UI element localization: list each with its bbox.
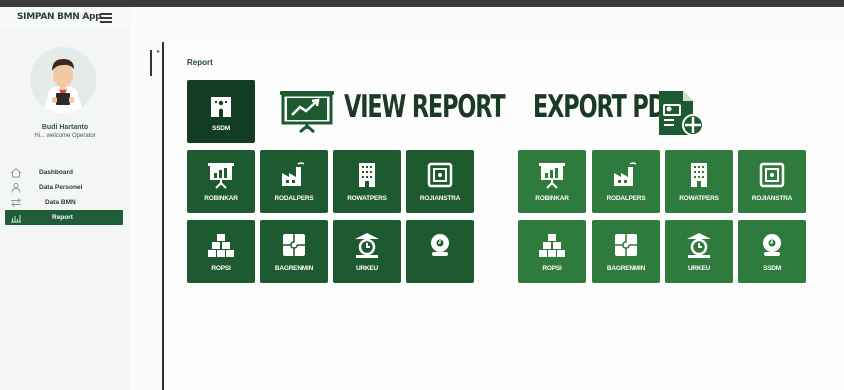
alarm-bell-icon [763,234,781,256]
tile-view-robinkar[interactable]: ROBINKAR [187,150,255,213]
panel-toggle-handle[interactable] [150,50,152,76]
tile-label: SSDM [763,265,781,272]
tile-label: ROWATPERS [347,195,387,202]
panel-divider [162,42,164,390]
main-panel [166,42,844,390]
safe-icon [759,162,785,188]
view-report-title: VIEW REPORT [344,89,506,125]
sidebar: SIMPAN BMN App Budi Hartanto Hi... welco… [0,7,130,390]
tile-label: ROWATPERS [679,195,719,202]
profile-greeting: Hi... welcome Operator [34,133,96,139]
tile-view-rodalpers[interactable]: RODALPERS [260,150,328,213]
tile-export-rodalpers[interactable]: RODALPERS [592,150,660,213]
sidebar-nav: Dashboard Data Personel Data BMN Report [5,165,123,225]
tile-label: ROPSI [542,265,562,272]
home-icon [10,167,22,178]
finance-icon [355,233,379,258]
tile-export-robinkar[interactable]: ROBINKAR [518,150,586,213]
tile-label: ROJIANSTRA [751,195,793,202]
safe-icon [427,162,453,188]
sidebar-item-label: Data BMN [45,199,76,206]
boxes-icon [208,234,234,257]
tile-label: SSDM [212,125,230,132]
building-icon [691,163,707,187]
ssdm-icon [211,97,231,117]
tile-label: ROBINKAR [535,195,569,202]
tile-view-urkeu[interactable]: URKEU [333,220,401,283]
puzzle-icon [283,234,305,256]
tile-label: URKEU [355,265,379,272]
sidebar-item-label: Report [52,214,73,221]
boxes-icon [539,234,565,257]
export-pdf-document-icon [659,91,704,136]
tile-view-bagrenmin[interactable]: BAGRENMIN [260,220,328,283]
tile-view-rojianstra[interactable]: ROJIANSTRA [406,150,474,213]
tile-view-ssdm[interactable]: SSDM [187,80,255,143]
transfer-icon [11,198,21,207]
chart-icon [11,215,21,223]
sidebar-item-data-bmn[interactable]: Data BMN [5,195,123,210]
tile-label: RODALPERS [274,195,314,202]
tile-export-urkeu[interactable]: URKEU [665,220,733,283]
presentation-chart-icon [208,163,234,189]
header-bar [130,7,844,29]
view-report-chart-icon [280,91,334,134]
tile-export-ssdm[interactable]: SSDM [738,220,806,283]
tile-export-bagrenmin[interactable]: BAGRENMIN [592,220,660,283]
sidebar-item-data-personel[interactable]: Data Personel [5,180,123,195]
user-icon [11,182,21,193]
tile-view-rowatpers[interactable]: ROWATPERS [333,150,401,213]
tile-label: ROPSI [211,265,231,272]
app-title: SIMPAN BMN App [17,12,102,22]
presentation-chart-icon [539,163,565,189]
building-icon [359,163,375,187]
tile-export-rowatpers[interactable]: ROWATPERS [665,150,733,213]
finance-icon [687,233,711,258]
factory-icon [614,162,637,186]
puzzle-icon [615,234,637,256]
window-top-bar [0,0,844,7]
alarm-bell-icon [431,234,449,256]
menu-toggle-icon[interactable] [100,13,112,23]
tile-label: RODALPERS [606,195,646,202]
tile-label: ROJIANSTRA [419,195,461,202]
caret-right-icon[interactable]: ▸ [157,48,160,55]
page-title: Report [187,58,213,67]
sidebar-item-label: Dashboard [39,169,73,176]
tile-view-ropsi[interactable]: ROPSI [187,220,255,283]
profile-name: Budi Hartanto [41,124,89,131]
avatar [30,47,96,113]
tile-label: ROBINKAR [204,195,238,202]
sidebar-item-label: Data Personel [39,184,83,191]
tile-export-ropsi[interactable]: ROPSI [518,220,586,283]
sidebar-item-dashboard[interactable]: Dashboard [5,165,123,180]
tile-label: BAGRENMIN [274,265,314,272]
brand-bar: SIMPAN BMN App [0,7,130,29]
tile-view-extra[interactable] [406,220,474,283]
factory-icon [282,162,305,186]
tile-export-rojianstra[interactable]: ROJIANSTRA [738,150,806,213]
tile-label: BAGRENMIN [606,265,646,272]
sidebar-item-report[interactable]: Report [5,210,123,225]
tile-label: URKEU [687,265,711,272]
